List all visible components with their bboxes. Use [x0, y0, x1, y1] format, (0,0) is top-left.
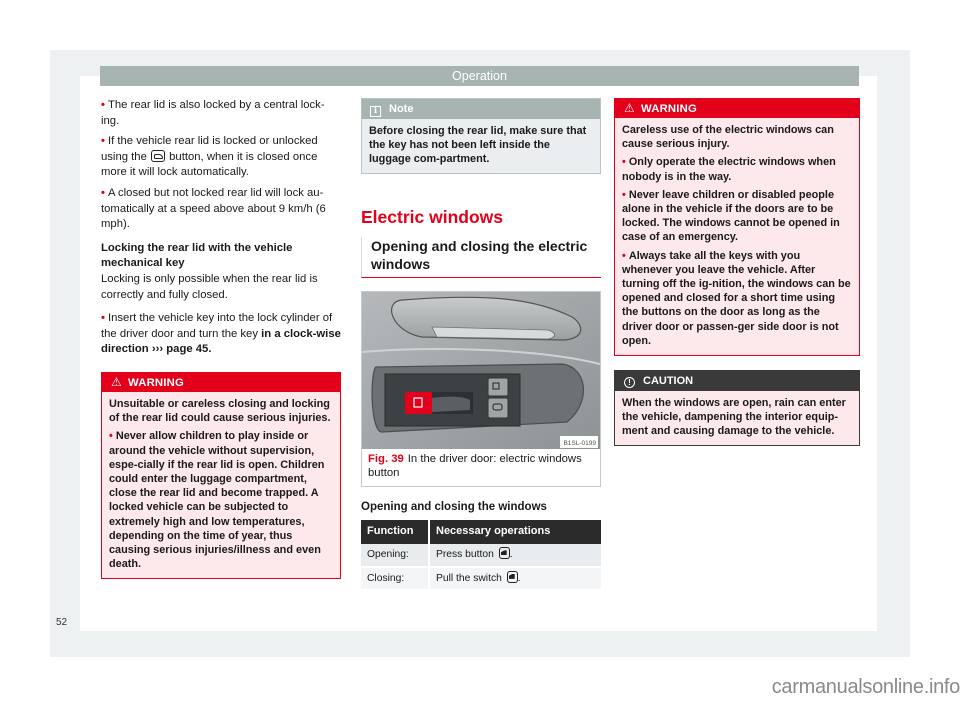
- section-title: Electric windows: [361, 206, 503, 227]
- note-body: Before closing the rear lid, make sure t…: [369, 125, 587, 166]
- warning-bullet: • Never leave children or disabled people…: [622, 188, 840, 244]
- bullet-item: • A closed but not locked rear lid will l…: [101, 186, 326, 231]
- bullet-icon: •: [101, 186, 105, 199]
- page-link[interactable]: ››› page 45: [152, 343, 209, 355]
- warning-header: ⚠ WARNING: [615, 99, 859, 118]
- warning-box: ⚠ WARNING Careless use of the electric wi…: [614, 98, 860, 357]
- column-1: • The rear lid is also locked by a centra…: [101, 98, 341, 580]
- table-title: Opening and closing the windows: [361, 500, 547, 513]
- column-2: i Note Before closing the rear lid, make …: [361, 98, 601, 592]
- caution-exclamation-icon: !: [624, 377, 635, 389]
- warning-triangle-icon: ⚠: [624, 101, 635, 115]
- table-row: Closing: Pull the switch .: [361, 567, 601, 592]
- figure-caption: Fig. 39 In the driver door: electric wind…: [368, 452, 582, 480]
- bullet-icon: •: [101, 99, 105, 111]
- column-3: ⚠ WARNING Careless use of the electric wi…: [614, 98, 860, 446]
- warning-header: ⚠ WARNING: [102, 372, 340, 392]
- table-row: Opening: Press button .: [361, 544, 601, 569]
- function-cell: Opening:: [361, 544, 429, 569]
- bullet-item: • The rear lid is also locked by a centra…: [101, 99, 325, 127]
- warning-body: Careless use of the electric windows can…: [622, 124, 851, 347]
- section-header: Operation: [100, 66, 859, 86]
- caution-body: When the windows are open, rain can ente…: [622, 397, 846, 438]
- warning-triangle-icon: ⚠: [111, 374, 122, 389]
- subheading: Locking the rear lid with the vehicle me…: [101, 241, 293, 270]
- function-cell: Closing:: [361, 567, 429, 592]
- operation-cell: Pull the switch .: [428, 567, 601, 592]
- warning-bullet: • Only operate the electric windows when …: [622, 156, 836, 183]
- lock-button: [487, 377, 509, 397]
- warning-bullet: • Never allow children to play inside or …: [109, 430, 325, 571]
- figure: B1SL-0199 Fig. 39 In the driver door: ele…: [361, 290, 601, 487]
- bullet-icon: •: [101, 135, 105, 148]
- figure-label: Fig. 39: [368, 452, 404, 465]
- warning-box: ⚠ WARNING Unsuitable or careless closing …: [101, 371, 341, 580]
- note-box: i Note Before closing the rear lid, make …: [361, 98, 601, 174]
- door-switch-illustration: [362, 291, 600, 449]
- bullet-icon: •: [622, 156, 626, 169]
- bullet-item: • If the vehicle rear lid is locked or un…: [101, 135, 318, 179]
- unlock-button: [487, 397, 509, 419]
- caution-header: ! CAUTION: [615, 371, 859, 392]
- info-icon: i: [370, 106, 381, 117]
- bullet-icon: •: [622, 188, 626, 201]
- page-number: 52: [56, 617, 68, 628]
- column-header-operations: Necessary operations: [428, 520, 601, 545]
- window-button-icon: [506, 570, 518, 583]
- caution-box: ! CAUTION When the windows are open, rain…: [614, 370, 860, 446]
- window-button-icon: [498, 547, 510, 560]
- operations-table: Function Necessary operations Opening: P…: [361, 520, 601, 592]
- note-header: i Note: [362, 99, 600, 119]
- rear-lid-key-icon: [151, 149, 165, 162]
- column-header-function: Function: [361, 520, 429, 545]
- window-switch-button: [405, 391, 432, 414]
- warning-bullet: • Always take all the keys with you whene…: [622, 249, 851, 347]
- bullet-icon: •: [109, 430, 113, 443]
- operation-cell: Press button .: [428, 544, 601, 569]
- sub-title: Opening and closing the electric windows: [361, 236, 601, 278]
- watermark: carmanualsonline.info: [771, 676, 960, 698]
- warning-body: Unsuitable or careless closing and locki…: [102, 392, 340, 578]
- table-header-row: Function Necessary operations: [361, 520, 601, 545]
- bullet-icon: •: [622, 249, 626, 262]
- figure-code: B1SL-0199: [563, 439, 596, 447]
- bullet-icon: •: [101, 312, 105, 325]
- paragraph: Locking is only possible when the rear l…: [101, 272, 318, 301]
- bullet-item: • Insert the vehicle key into the lock cy…: [101, 312, 341, 356]
